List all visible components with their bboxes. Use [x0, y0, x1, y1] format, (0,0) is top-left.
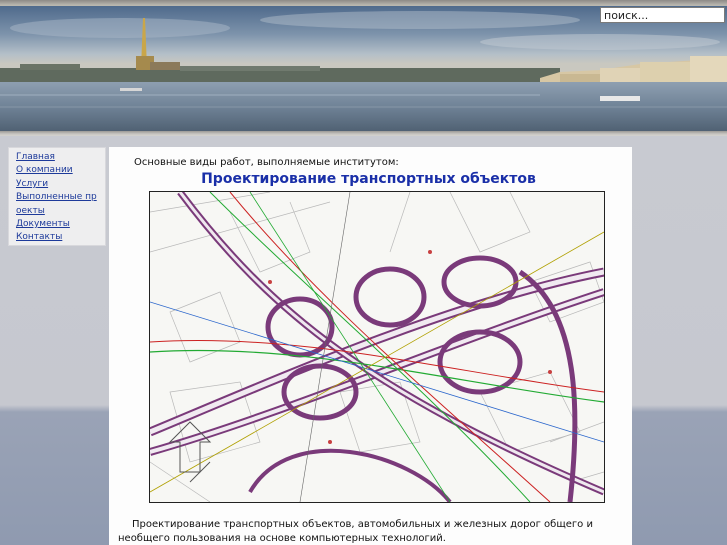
- sidebar-item-services[interactable]: Услуги: [16, 178, 102, 191]
- search-input[interactable]: [600, 7, 725, 23]
- sidebar-item-projects[interactable]: Выполненные проекты: [16, 191, 102, 218]
- header-panorama-image: [0, 6, 727, 132]
- main-content: Основные виды работ, выполняемые институ…: [109, 147, 632, 545]
- sidebar-item-documents[interactable]: Документы: [16, 218, 102, 231]
- sidebar-nav: Главная О компании Услуги Выполненные пр…: [8, 147, 106, 246]
- description-text: Проектирование транспортных объектов, ав…: [118, 519, 593, 544]
- intro-text: Основные виды работ, выполняемые институ…: [134, 157, 399, 168]
- interchange-plan-image: [149, 191, 605, 503]
- sidebar-item-home[interactable]: Главная: [16, 151, 102, 164]
- header-bottom-strip: [0, 131, 727, 136]
- sidebar-item-about[interactable]: О компании: [16, 164, 102, 177]
- page-title: Проектирование транспортных объектов: [201, 171, 536, 187]
- site-header: [0, 0, 727, 136]
- sidebar-item-contacts[interactable]: Контакты: [16, 231, 102, 244]
